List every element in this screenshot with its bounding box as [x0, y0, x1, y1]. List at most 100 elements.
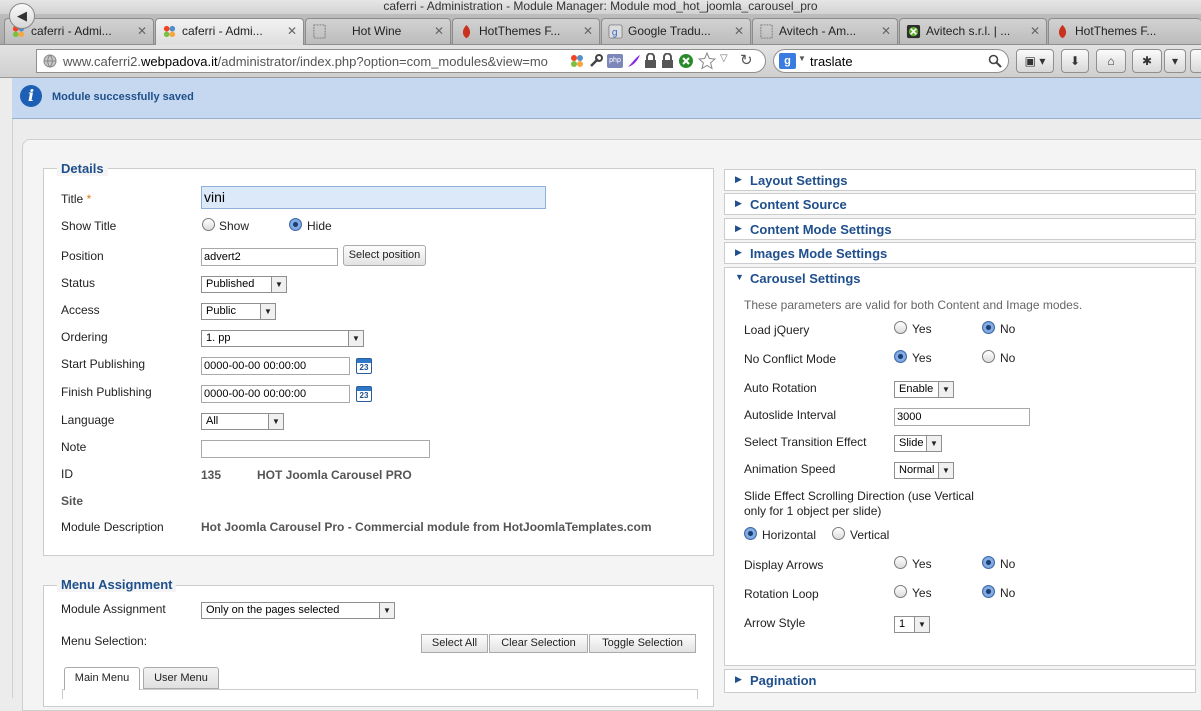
details-legend: Details	[57, 161, 108, 176]
php-icon[interactable]: php	[607, 54, 623, 68]
images-mode-settings-pane[interactable]: ▶ Images Mode Settings	[724, 242, 1196, 264]
no-conflict-no-radio[interactable]	[982, 350, 995, 363]
auto-rotation-select[interactable]: Enable ▼	[894, 381, 954, 398]
required-marker: *	[86, 192, 92, 206]
no-conflict-yes-radio[interactable]	[894, 350, 907, 363]
status-select[interactable]: Published ▼	[201, 276, 287, 293]
tab-5[interactable]: g Google Tradu... ✕	[601, 18, 751, 44]
rotation-loop-yes-radio[interactable]	[894, 585, 907, 598]
pagination-pane[interactable]: ▶ Pagination	[724, 669, 1196, 693]
tab-3[interactable]: Hot Wine ✕	[305, 18, 451, 44]
reload-icon[interactable]: ↻	[740, 51, 753, 69]
bookmarks-button[interactable]: ▣ ▾	[1016, 49, 1054, 73]
display-arrows-no-radio[interactable]	[982, 556, 995, 569]
download-button[interactable]: ⬇	[1061, 49, 1089, 73]
tab-4[interactable]: HotThemes F... ✕	[452, 18, 600, 44]
content-mode-settings-pane[interactable]: ▶ Content Mode Settings	[724, 218, 1196, 240]
chevron-down-icon: ▾	[1171, 54, 1179, 68]
back-button[interactable]: ◀	[9, 3, 35, 29]
tab-label: Google Tradu...	[628, 24, 711, 38]
finish-publishing-label: Finish Publishing	[61, 385, 152, 399]
chevron-down-icon[interactable]: ▼	[798, 54, 806, 63]
url-bar[interactable]: www.caferri2.webpadova.it/administrator/…	[36, 49, 766, 73]
close-icon[interactable]: ✕	[137, 19, 147, 44]
close-icon[interactable]: ✕	[1030, 19, 1040, 44]
chevron-right-icon: ▶	[735, 247, 742, 257]
select-all-button[interactable]: Select All	[421, 634, 488, 653]
display-arrows-yes-radio[interactable]	[894, 556, 907, 569]
tab-strip: caferri - Admi... ✕ caferri - Admi... ✕ …	[0, 14, 1201, 45]
language-select[interactable]: All ▼	[201, 413, 284, 430]
bookmark-star-icon[interactable]	[698, 52, 716, 70]
chevron-right-icon: ▶	[735, 223, 742, 233]
chevron-down-icon: ▼	[914, 617, 929, 632]
joomla-icon[interactable]	[569, 53, 585, 69]
addon-menu-button[interactable]: ▾	[1164, 49, 1186, 73]
search-icon[interactable]	[988, 54, 1002, 68]
tab-6[interactable]: Avitech - Am... ✕	[752, 18, 898, 44]
google-search-icon[interactable]: g	[779, 53, 796, 69]
content-source-pane[interactable]: ▶ Content Source	[724, 193, 1196, 215]
start-publishing-input[interactable]: 0000-00-00 00:00:00	[201, 357, 350, 375]
close-icon[interactable]: ✕	[287, 19, 297, 44]
window-title: caferri - Administration - Module Manage…	[0, 0, 1201, 14]
lock-icon[interactable]	[644, 53, 657, 69]
close-icon[interactable]: ✕	[734, 19, 744, 44]
arrow-style-select[interactable]: 1 ▼	[894, 616, 930, 633]
show-title-show-radio[interactable]	[202, 218, 215, 231]
close-icon[interactable]: ✕	[881, 19, 891, 44]
tab-8[interactable]: HotThemes F...	[1048, 18, 1201, 44]
close-icon[interactable]: ✕	[583, 19, 593, 44]
calendar-icon[interactable]: 23	[356, 386, 372, 402]
lock-icon[interactable]	[661, 53, 674, 69]
load-jquery-no-radio[interactable]	[982, 321, 995, 334]
rotation-loop-no-radio[interactable]	[982, 585, 995, 598]
clear-selection-button[interactable]: Clear Selection	[489, 634, 588, 653]
access-select[interactable]: Public ▼	[201, 303, 276, 320]
calendar-icon[interactable]: 23	[356, 358, 372, 374]
xbox-icon	[906, 24, 921, 39]
info-icon: i	[20, 85, 42, 107]
addon-button[interactable]: ✱	[1132, 49, 1162, 73]
carousel-description: These parameters are valid for both Cont…	[744, 298, 1083, 312]
message-text: Module successfully saved	[52, 91, 194, 103]
wrench-icon[interactable]	[588, 53, 604, 69]
load-jquery-yes-radio[interactable]	[894, 321, 907, 334]
tab-2[interactable]: caferri - Admi... ✕	[155, 18, 304, 45]
radio-label: No	[1000, 557, 1016, 571]
url-text: www.caferri2.webpadova.it/administrator/…	[63, 54, 548, 69]
module-assignment-select[interactable]: Only on the pages selected ▼	[201, 602, 395, 619]
history-dropdown-icon[interactable]: ▽	[720, 53, 728, 64]
radio-label: Yes	[912, 351, 932, 365]
chevron-right-icon: ▶	[735, 198, 742, 208]
language-label: Language	[61, 413, 115, 427]
search-bar[interactable]: g ▼ traslate	[773, 49, 1009, 73]
carousel-settings-pane[interactable]: ▼ Carousel Settings	[724, 267, 1196, 290]
finish-publishing-input[interactable]: 0000-00-00 00:00:00	[201, 385, 350, 403]
animation-speed-select[interactable]: Normal ▼	[894, 462, 954, 479]
show-title-hide-radio[interactable]	[289, 218, 302, 231]
xbox-icon[interactable]	[678, 53, 694, 69]
layout-settings-pane[interactable]: ▶ Layout Settings	[724, 169, 1196, 191]
tab-user-menu[interactable]: User Menu	[143, 667, 219, 689]
note-input[interactable]	[201, 440, 430, 458]
search-input[interactable]: traslate	[810, 54, 853, 69]
home-button[interactable]: ⌂	[1096, 49, 1126, 73]
tab-7[interactable]: Avitech s.r.l. | ... ✕	[899, 18, 1047, 44]
id-label: ID	[61, 467, 73, 481]
direction-horizontal-radio[interactable]	[744, 527, 757, 540]
direction-vertical-radio[interactable]	[832, 527, 845, 540]
overflow-button[interactable]	[1190, 49, 1201, 73]
autoslide-interval-input[interactable]: 3000	[894, 408, 1030, 426]
select-position-button[interactable]: Select position	[343, 245, 426, 266]
transition-effect-select[interactable]: Slide ▼	[894, 435, 942, 452]
ordering-select[interactable]: 1. pp ▼	[201, 330, 364, 347]
feather-icon[interactable]	[626, 53, 642, 69]
tab-main-menu[interactable]: Main Menu	[64, 667, 140, 690]
position-input[interactable]: advert2	[201, 248, 338, 266]
title-input[interactable]: vini	[201, 186, 546, 209]
toggle-selection-button[interactable]: Toggle Selection	[589, 634, 696, 653]
module-assignment-label: Module Assignment	[61, 602, 166, 616]
close-icon[interactable]: ✕	[434, 19, 444, 44]
hotthemes-icon	[462, 24, 471, 39]
